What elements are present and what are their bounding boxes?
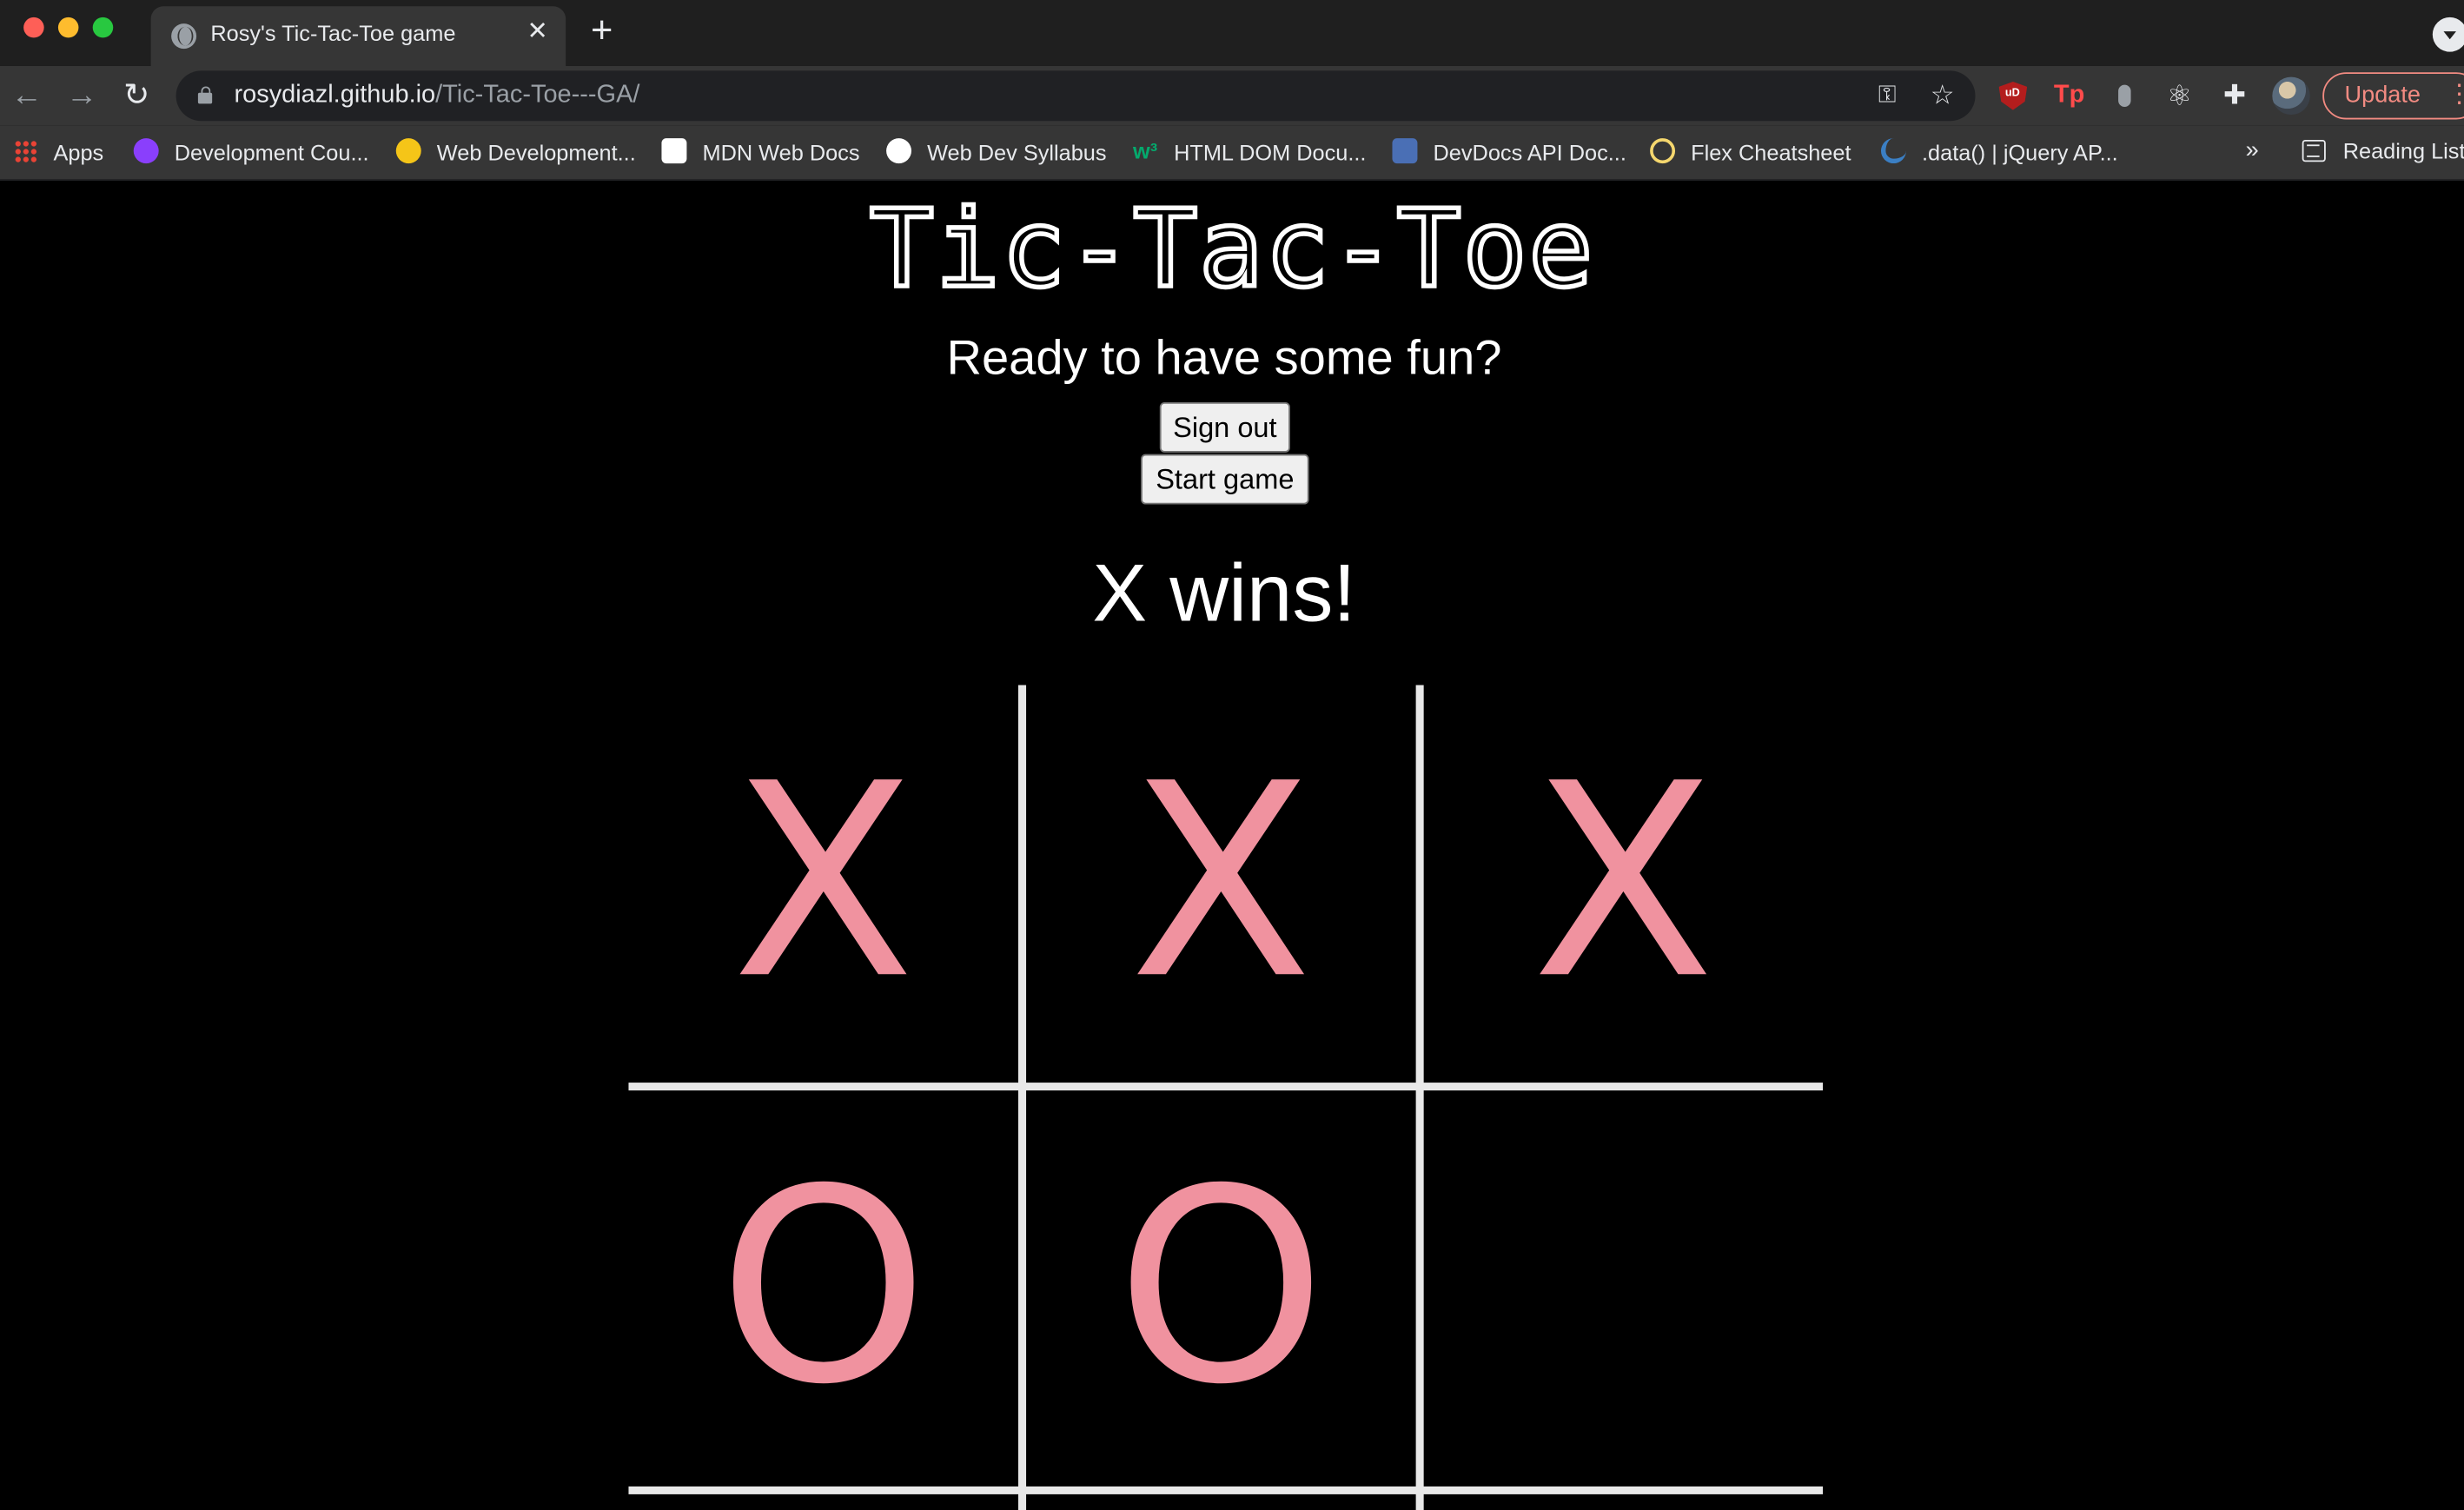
sign-out-button[interactable]: Sign out (1159, 401, 1290, 453)
reading-list-icon (2302, 139, 2326, 162)
globe-icon (886, 138, 912, 164)
page-subtitle: Ready to have some fun? (946, 329, 1502, 386)
reload-icon[interactable]: ↻ (118, 77, 156, 115)
bookmark-label: Flex Cheatsheet (1691, 139, 1851, 165)
update-button[interactable]: Update ⋮ (2322, 72, 2464, 120)
w3schools-icon: w³ (1133, 138, 1158, 164)
new-tab-button[interactable]: + (580, 10, 624, 56)
forward-arrow-icon[interactable]: → (63, 77, 100, 115)
tp-extension-icon[interactable]: Tp (2054, 82, 2084, 110)
close-window-button[interactable] (23, 17, 44, 38)
extension-icon[interactable] (2110, 82, 2139, 110)
more-bookmarks-chevron-icon[interactable]: » (2246, 136, 2259, 163)
update-label: Update (2344, 82, 2421, 109)
bookmark-label: Web Dev Syllabus (927, 139, 1107, 165)
board-cell-6[interactable] (1424, 1090, 1823, 1488)
bookmark-label: HTML DOM Docu... (1174, 139, 1367, 165)
board-cell-3[interactable]: X (1424, 685, 1823, 1083)
course-icon (133, 138, 159, 164)
bookmark-label: Development Cou... (174, 139, 369, 165)
maximize-window-button[interactable] (92, 17, 114, 38)
grid-line (1018, 685, 1027, 1510)
board-cell-4[interactable]: O (628, 1090, 1018, 1488)
bookmark-label: MDN Web Docs (702, 139, 860, 165)
url-text[interactable]: rosydiazl.github.io/Tic-Tac-Toe---GA/ (234, 82, 639, 110)
menu-dots-icon[interactable]: ⋮ (2447, 74, 2464, 116)
page-title: Tic-Tac-Toe (867, 189, 1595, 313)
grid-line (628, 1083, 1824, 1091)
page-content: Tic-Tac-Toe Ready to have some fun? Sign… (0, 182, 2464, 1510)
close-icon[interactable]: ✕ (521, 17, 553, 49)
globe-icon (171, 23, 197, 50)
devdocs-icon (1392, 138, 1418, 164)
web-dev-icon (395, 138, 421, 164)
bookmark-label: DevDocs API Doc... (1433, 139, 1626, 165)
minimize-window-button[interactable] (57, 17, 79, 38)
star-icon[interactable]: ☆ (1926, 80, 1957, 111)
key-icon[interactable]: ⚿ (1871, 80, 1903, 111)
jquery-icon (1880, 138, 1906, 164)
grid-line (628, 1486, 1824, 1494)
bookmarks-bar: Apps Development Cou... Web Development.… (0, 125, 2464, 181)
game-status: X wins! (1092, 548, 1356, 640)
board-cell-2[interactable]: X (1026, 685, 1416, 1083)
start-game-button[interactable]: Start game (1141, 454, 1309, 505)
board-cell-5[interactable]: O (1026, 1090, 1416, 1488)
address-bar[interactable]: rosydiazl.github.io/Tic-Tac-Toe---GA/ ⚿ … (176, 70, 1976, 122)
bookmark-label: .data() | jQuery AP... (1922, 139, 2118, 165)
url-path: /Tic-Tac-Toe---GA/ (435, 82, 640, 109)
flex-icon (1650, 138, 1676, 164)
bookmark-label: Apps (53, 139, 104, 165)
lock-icon[interactable] (197, 86, 213, 104)
profile-avatar[interactable] (2272, 76, 2310, 116)
active-tab[interactable]: Rosy's Tic-Tac-Toe game ✕ (150, 6, 566, 66)
board-cell-1[interactable]: X (628, 685, 1018, 1083)
back-arrow-icon[interactable]: ← (8, 77, 45, 115)
apps-grid-icon (14, 139, 38, 164)
extensions-puzzle-icon[interactable]: ✚ (2221, 81, 2249, 110)
game-board: X X X O O (628, 685, 1824, 1510)
url-host: rosydiazl.github.io (234, 82, 436, 109)
grid-line (1415, 685, 1424, 1510)
browser-toolbar: ← → ↻ rosydiazl.github.io/Tic-Tac-Toe---… (0, 65, 2464, 126)
tab-title: Rosy's Tic-Tac-Toe game (210, 20, 456, 46)
reading-list-label: Reading List (2342, 138, 2464, 164)
bookmark-label: Web Development... (436, 139, 636, 165)
tab-search-icon[interactable] (2432, 17, 2464, 52)
mdn-icon (661, 138, 687, 164)
ublock-extension-icon[interactable]: uD (1998, 82, 2028, 110)
react-devtools-icon[interactable]: ⚛ (2165, 82, 2194, 110)
tab-strip: Rosy's Tic-Tac-Toe game ✕ + (0, 0, 2464, 66)
